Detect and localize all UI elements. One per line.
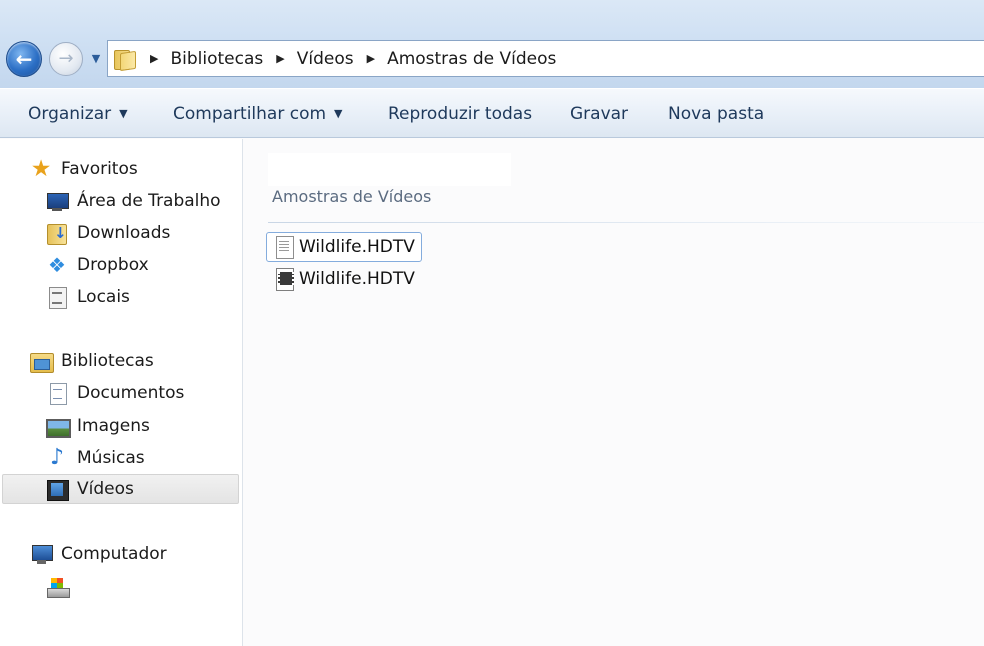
file-name: Wildlife.HDTV bbox=[299, 269, 415, 289]
star-icon: ★ bbox=[30, 156, 52, 182]
nav-label: Bibliotecas bbox=[61, 351, 154, 371]
burn-button[interactable]: Gravar bbox=[570, 104, 628, 124]
forward-button[interactable]: → bbox=[49, 42, 83, 76]
nav-item-local-disk[interactable] bbox=[46, 572, 77, 602]
nav-label: Dropbox bbox=[77, 255, 149, 275]
share-with-button[interactable]: Compartilhar com ▼ bbox=[173, 104, 343, 124]
window-titlebar: ← → ▼ ▶ Bibliotecas ▶ Vídeos ▶ Amostras … bbox=[0, 0, 984, 88]
library-icon bbox=[30, 350, 54, 373]
nav-label: Área de Trabalho bbox=[77, 191, 221, 211]
group-divider bbox=[268, 222, 984, 223]
nav-label: Vídeos bbox=[77, 479, 134, 499]
share-label: Compartilhar com bbox=[173, 104, 327, 124]
breadcrumb-arrow-icon[interactable]: ▶ bbox=[150, 52, 158, 65]
command-bar: Organizar ▼ Compartilhar com ▼ Reproduzir … bbox=[0, 88, 984, 138]
navigation-pane: ★ Favoritos Área de Trabalho Downloads ❖… bbox=[0, 139, 243, 646]
computer-icon bbox=[30, 543, 53, 565]
nav-label: Computador bbox=[61, 544, 167, 564]
text-file-icon bbox=[273, 236, 295, 259]
nav-item-locais[interactable]: Locais bbox=[46, 282, 130, 312]
breadcrumb-videos[interactable]: Vídeos bbox=[297, 49, 354, 69]
redacted-area bbox=[268, 153, 511, 186]
breadcrumb-amostras[interactable]: Amostras de Vídeos bbox=[387, 49, 556, 69]
breadcrumb-arrow-icon[interactable]: ▶ bbox=[276, 52, 284, 65]
video-icon bbox=[46, 478, 69, 501]
breadcrumb-arrow-icon[interactable]: ▶ bbox=[367, 52, 375, 65]
play-all-button[interactable]: Reproduzir todas bbox=[388, 104, 532, 124]
redacted-area bbox=[77, 576, 240, 646]
chevron-down-icon: ▼ bbox=[119, 107, 128, 120]
chevron-down-icon: ▼ bbox=[91, 52, 101, 65]
recent-places-icon bbox=[46, 286, 68, 309]
arrow-right-icon: → bbox=[58, 48, 74, 69]
nav-label: Locais bbox=[77, 287, 130, 307]
nav-label: Favoritos bbox=[61, 159, 138, 179]
music-note-icon: ♪ bbox=[49, 445, 65, 470]
new-folder-button[interactable]: Nova pasta bbox=[668, 104, 764, 124]
file-list-pane: Amostras de Vídeos Wildlife.HDTV Wildlif… bbox=[244, 139, 984, 646]
nav-item-videos[interactable]: Vídeos bbox=[2, 474, 239, 504]
dropbox-icon: ❖ bbox=[48, 253, 66, 277]
nav-favorites[interactable]: ★ Favoritos bbox=[30, 154, 138, 184]
file-item[interactable]: Wildlife.HDTV bbox=[266, 232, 422, 262]
file-item[interactable]: Wildlife.HDTV bbox=[267, 264, 421, 294]
organize-label: Organizar bbox=[28, 104, 112, 124]
breadcrumb-bibliotecas[interactable]: Bibliotecas bbox=[170, 49, 263, 69]
folder-icon bbox=[114, 48, 136, 71]
picture-icon bbox=[46, 415, 71, 438]
nav-item-images[interactable]: Imagens bbox=[46, 411, 150, 441]
organize-button[interactable]: Organizar ▼ bbox=[28, 104, 128, 124]
group-header: Amostras de Vídeos bbox=[272, 187, 432, 206]
document-icon bbox=[46, 382, 68, 405]
recent-pages-dropdown[interactable]: ▼ bbox=[89, 51, 103, 67]
nav-computer[interactable]: Computador bbox=[30, 539, 167, 569]
nav-item-desktop[interactable]: Área de Trabalho bbox=[46, 186, 221, 216]
file-name: Wildlife.HDTV bbox=[299, 237, 415, 257]
nav-label: Documentos bbox=[77, 383, 185, 403]
nav-item-downloads[interactable]: Downloads bbox=[46, 218, 170, 248]
video-file-icon bbox=[273, 268, 295, 291]
nav-label: Downloads bbox=[77, 223, 171, 243]
nav-libraries[interactable]: Bibliotecas bbox=[30, 346, 154, 376]
windows-drive-icon bbox=[46, 576, 70, 598]
arrow-left-icon: ← bbox=[15, 47, 33, 71]
chevron-down-icon: ▼ bbox=[334, 107, 343, 120]
address-bar[interactable]: ▶ Bibliotecas ▶ Vídeos ▶ Amostras de Víd… bbox=[107, 40, 984, 77]
nav-item-dropbox[interactable]: ❖ Dropbox bbox=[46, 250, 149, 280]
desktop-icon bbox=[46, 190, 69, 212]
nav-label: Músicas bbox=[77, 448, 145, 468]
nav-item-documents[interactable]: Documentos bbox=[46, 378, 184, 408]
nav-label: Imagens bbox=[77, 416, 150, 436]
back-button[interactable]: ← bbox=[6, 41, 42, 77]
downloads-folder-icon bbox=[46, 222, 68, 245]
nav-item-music[interactable]: ♪ Músicas bbox=[46, 443, 145, 473]
redacted-area bbox=[42, 605, 82, 646]
